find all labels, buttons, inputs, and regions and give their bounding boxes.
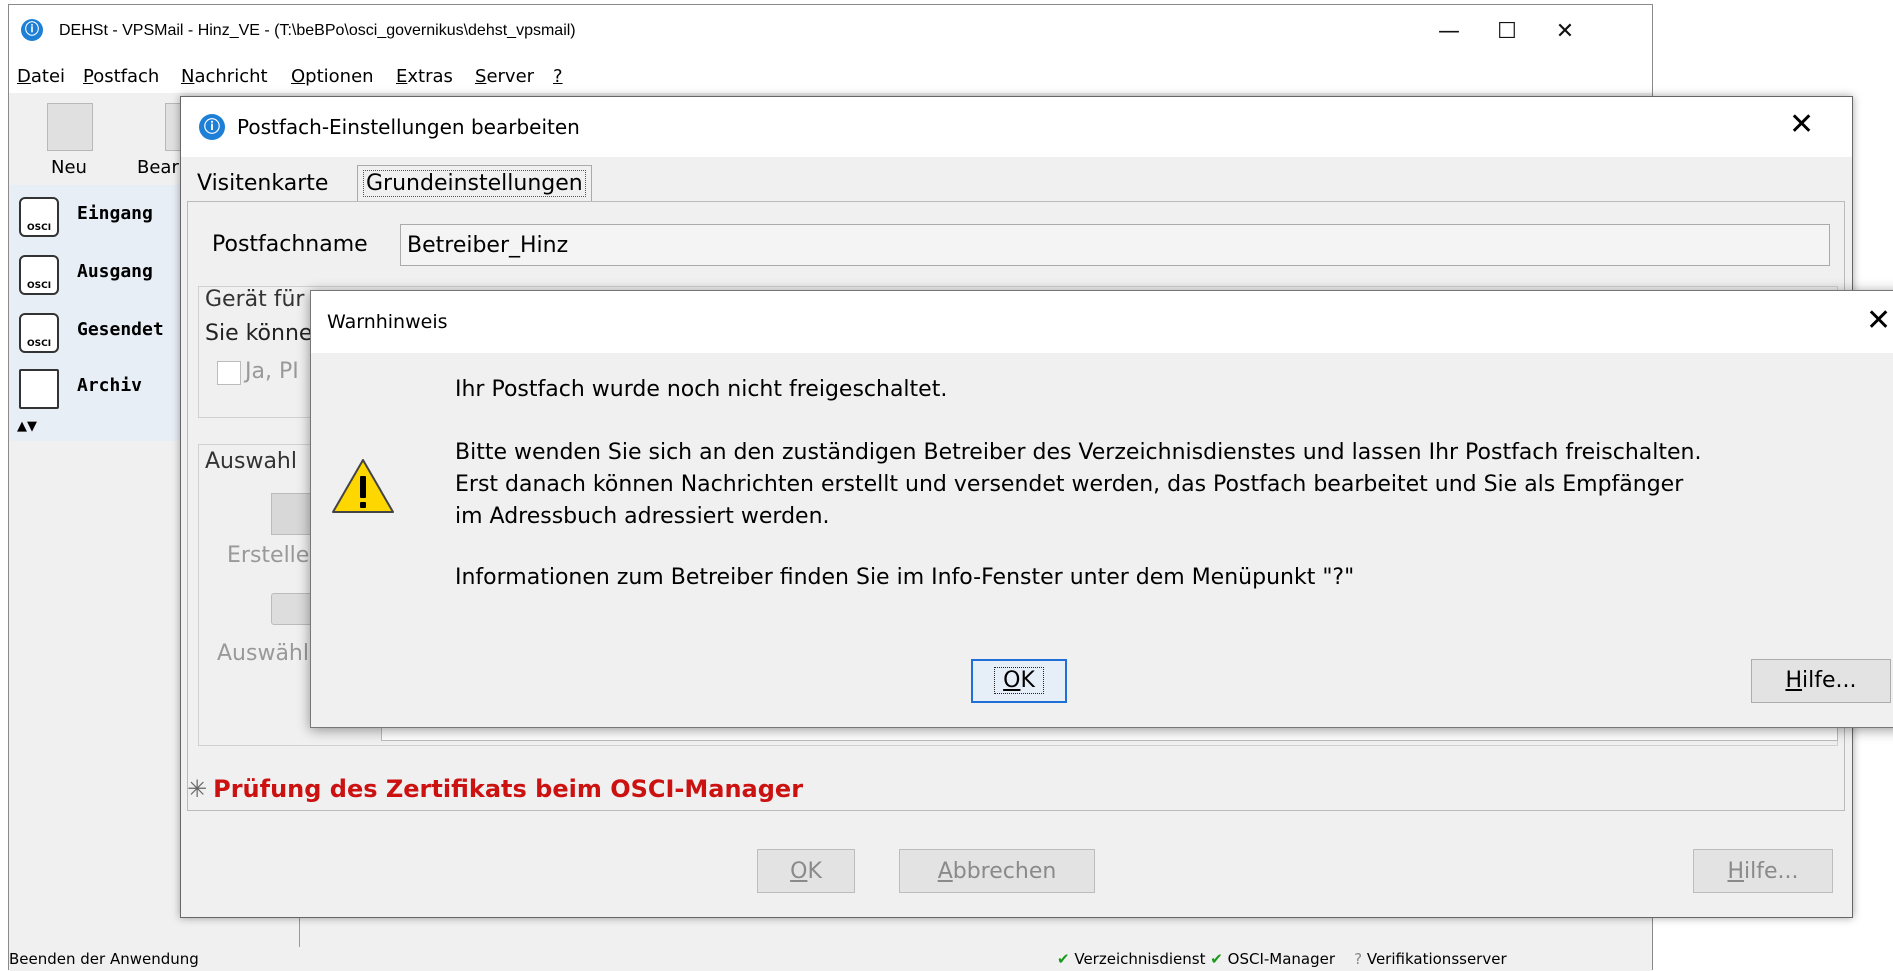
main-titlebar[interactable]: ⓘ DEHSt - VPSMail - Hinz_VE - (T:\beBPo\…	[9, 5, 1652, 61]
osci-sent-icon: OSCI	[19, 313, 59, 353]
selection-group-legend: Auswahl	[205, 449, 297, 474]
cancel-button[interactable]: Abbrechen	[899, 849, 1095, 893]
osci-outbox-icon: OSCI	[19, 255, 59, 295]
sidebar-label: Eingang	[77, 203, 153, 224]
menu-nachricht[interactable]: Nachricht	[181, 61, 268, 93]
pin-checkbox-label: Ja, PI	[245, 359, 299, 384]
create-certificate-label[interactable]: Erstelle	[227, 543, 309, 568]
statusbar: Beenden der Anwendung ✔ Verzeichnisdiens…	[9, 947, 1652, 971]
toolbar-new-label[interactable]: Neu	[51, 157, 87, 178]
warning-message-line: Erst danach können Nachrichten erstellt …	[455, 472, 1684, 497]
ok-button[interactable]: OK	[757, 849, 855, 893]
menubar: Datei Postfach Nachricht Optionen Extras…	[9, 61, 1652, 94]
status-indicators: ✔ Verzeichnisdienst ✔ OSCI-Manager ? Ver…	[1057, 950, 1507, 968]
warning-message-paragraph: Bitte wenden Sie sich an den zuständigen…	[455, 437, 1701, 533]
menu-server[interactable]: Server	[475, 61, 534, 93]
menu-help[interactable]: ?	[553, 61, 563, 93]
menu-postfach[interactable]: Postfach	[83, 61, 159, 93]
minimize-button[interactable]: —	[1429, 17, 1469, 47]
postfachname-field[interactable]: Betreiber_Hinz	[400, 224, 1830, 266]
check-icon: ✔	[1057, 950, 1070, 968]
pin-checkbox[interactable]	[217, 361, 241, 385]
status-verifikationsserver: Verifikationsserver	[1366, 950, 1507, 968]
close-button[interactable]: ✕	[1789, 107, 1814, 142]
menu-optionen[interactable]: Optionen	[291, 61, 374, 93]
app-logo-icon: ⓘ	[199, 114, 225, 140]
status-verzeichnisdienst: Verzeichnisdienst	[1074, 950, 1206, 968]
toolbar-edit-label[interactable]: Bear	[137, 157, 179, 178]
select-certificate-label[interactable]: Auswähl	[217, 641, 309, 666]
dialog-title: Postfach-Einstellungen bearbeiten	[237, 115, 580, 139]
certificate-check-text: Prüfung des Zertifikats beim OSCI-Manage…	[213, 775, 804, 803]
ok-button-label: OK	[994, 667, 1044, 694]
warning-message-line: Bitte wenden Sie sich an den zuständigen…	[455, 440, 1702, 465]
ok-button[interactable]: OK	[971, 659, 1067, 703]
spinner-icon: ✳	[187, 775, 208, 803]
tab-visitenkarte[interactable]: Visitenkarte	[187, 167, 338, 201]
sidebar-label: Gesendet	[77, 319, 164, 340]
warning-message-line: im Adressbuch adressiert werden.	[455, 504, 830, 529]
check-icon: ✔	[1210, 950, 1223, 968]
archive-icon	[19, 369, 59, 409]
menu-datei[interactable]: Datei	[17, 61, 65, 93]
tab-grundeinstellungen[interactable]: Grundeinstellungen	[357, 165, 592, 202]
maximize-button[interactable]: ☐	[1487, 17, 1527, 47]
sidebar-label: Ausgang	[77, 261, 153, 282]
close-button[interactable]: ✕	[1545, 17, 1585, 47]
status-osci-manager: OSCI-Manager	[1227, 950, 1336, 968]
osci-inbox-icon: OSCI	[19, 197, 59, 237]
close-button[interactable]: ✕	[1866, 303, 1891, 338]
warning-message-line: Informationen zum Betreiber finden Sie i…	[455, 565, 1355, 590]
app-logo-icon: ⓘ	[21, 19, 43, 41]
sidebar-scroll-arrows-icon[interactable]: ▲▼	[17, 419, 37, 434]
status-message: Beenden der Anwendung	[9, 950, 199, 968]
dialog-title: Warnhinweis	[327, 311, 448, 333]
warning-dialog: Warnhinweis ✕ Ihr Postfach wurde noch ni…	[310, 290, 1893, 728]
window-title: DEHSt - VPSMail - Hinz_VE - (T:\beBPo\os…	[59, 22, 576, 39]
warning-icon	[332, 459, 394, 513]
create-certificate-icon[interactable]	[271, 493, 313, 535]
unknown-status-icon: ?	[1354, 950, 1363, 968]
new-message-icon[interactable]	[47, 103, 93, 151]
warning-titlebar[interactable]: Warnhinweis ✕	[311, 291, 1893, 353]
device-group-legend: Gerät für	[205, 287, 305, 312]
sidebar-label: Archiv	[77, 375, 143, 396]
tab-label: Grundeinstellungen	[363, 170, 586, 197]
postfachname-label: Postfachname	[212, 232, 368, 257]
device-group-text: Sie könne	[205, 321, 313, 346]
help-button[interactable]: Hilfe...	[1751, 659, 1891, 703]
certificate-check-status: ✳ Prüfung des Zertifikats beim OSCI-Manag…	[187, 775, 803, 803]
settings-titlebar[interactable]: ⓘ Postfach-Einstellungen bearbeiten ✕	[181, 97, 1852, 157]
help-button[interactable]: Hilfe...	[1693, 849, 1833, 893]
menu-extras[interactable]: Extras	[396, 61, 453, 93]
warning-message-line: Ihr Postfach wurde noch nicht freigescha…	[455, 377, 948, 402]
